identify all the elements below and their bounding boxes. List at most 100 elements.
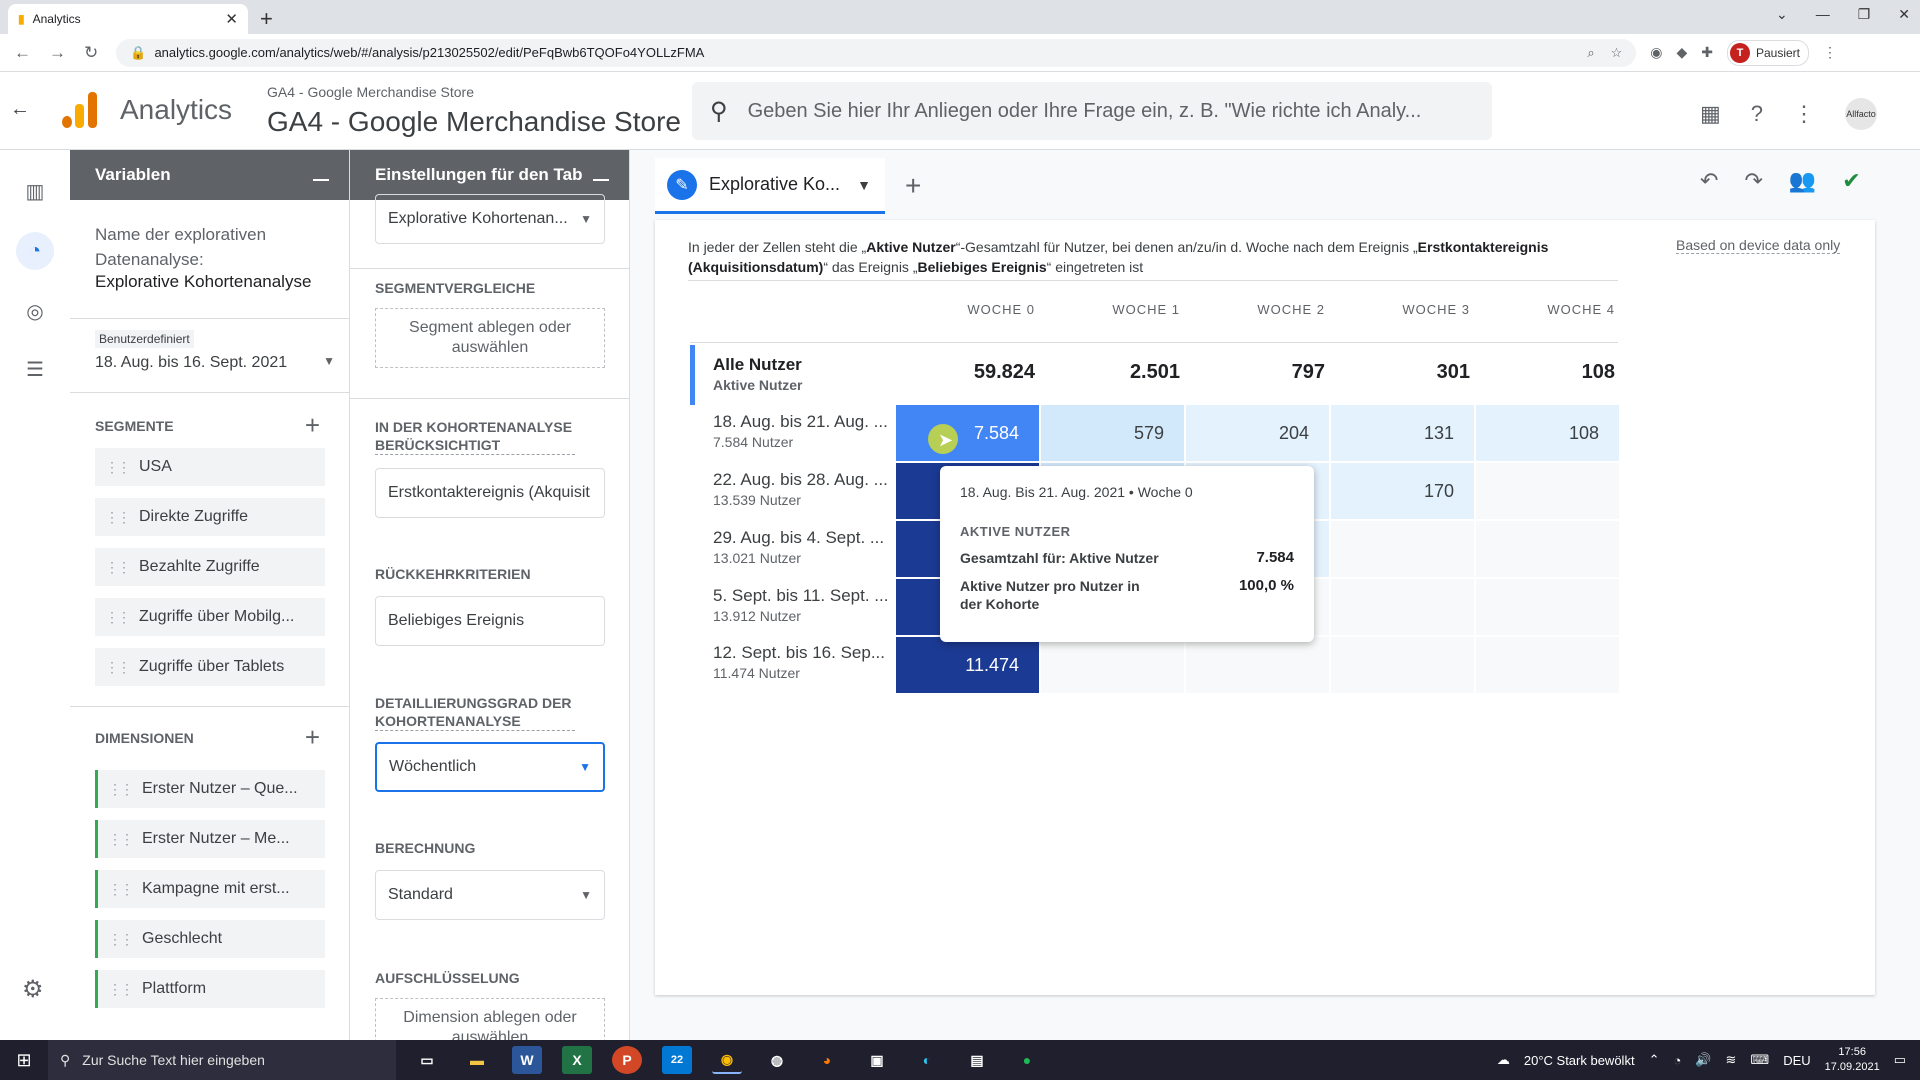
back-arrow-icon[interactable]: ←: [10, 98, 30, 121]
property-name[interactable]: GA4 - Google Merchandise Store: [267, 106, 681, 138]
column-header[interactable]: WOCHE 3: [1330, 302, 1470, 317]
cohort-row-label[interactable]: 5. Sept. bis 11. Sept. ... 13.912 Nutzer: [713, 586, 895, 624]
cohort-cell[interactable]: [1476, 637, 1619, 693]
help-icon[interactable]: ?: [1751, 101, 1763, 127]
cohort-cell[interactable]: 11.474: [896, 637, 1039, 693]
drag-handle-icon[interactable]: ⋮⋮: [105, 509, 131, 526]
add-dimension-icon[interactable]: +: [305, 722, 320, 753]
drag-handle-icon[interactable]: ⋮⋮: [105, 559, 131, 576]
total-cell[interactable]: 2.501: [1040, 361, 1180, 384]
puzzle-icon[interactable]: ✚: [1701, 44, 1713, 61]
cohort-row-label[interactable]: 18. Aug. bis 21. Aug. ... 7.584 Nutzer: [713, 412, 895, 450]
save-check-icon[interactable]: ✔: [1842, 168, 1860, 194]
cohort-cell[interactable]: [1331, 521, 1474, 577]
total-cell[interactable]: 108: [1475, 361, 1615, 384]
wifi-icon[interactable]: ≋: [1726, 1052, 1737, 1068]
dimension-chip[interactable]: ⋮⋮ Plattform: [95, 970, 325, 1008]
dimension-chip[interactable]: ⋮⋮ Erster Nutzer – Me...: [95, 820, 325, 858]
share-user-icon[interactable]: 👥: [1789, 168, 1816, 194]
notification-icon[interactable]: ▭: [1894, 1052, 1906, 1068]
restore-icon[interactable]: ❐: [1858, 6, 1871, 23]
total-cell[interactable]: 301: [1330, 361, 1470, 384]
column-header[interactable]: WOCHE 2: [1185, 302, 1325, 317]
edge-icon[interactable]: ◐: [912, 1046, 942, 1074]
task-view-icon[interactable]: ▭: [412, 1046, 442, 1074]
cohort-cell[interactable]: 7.584: [896, 405, 1039, 461]
file-explorer-icon[interactable]: ▬: [462, 1046, 492, 1074]
close-window-icon[interactable]: ✕: [1898, 6, 1910, 23]
column-header[interactable]: WOCHE 4: [1475, 302, 1615, 317]
extension-icon[interactable]: ◆: [1676, 44, 1687, 61]
browser-menu-icon[interactable]: ⋮: [1823, 44, 1837, 61]
dimension-chip[interactable]: ⋮⋮ Kampagne mit erst...: [95, 870, 325, 908]
notepad-icon[interactable]: ▤: [962, 1046, 992, 1074]
advertising-icon[interactable]: ◎: [22, 298, 48, 324]
reports-icon[interactable]: ▥: [22, 178, 48, 204]
drag-handle-icon[interactable]: ⋮⋮: [105, 459, 131, 476]
cohort-cell[interactable]: [1476, 521, 1619, 577]
column-header[interactable]: WOCHE 1: [1040, 302, 1180, 317]
drag-handle-icon[interactable]: ⋮⋮: [105, 659, 131, 676]
drag-handle-icon[interactable]: ⋮⋮: [108, 931, 134, 948]
keyboard-icon[interactable]: ⌨: [1750, 1052, 1769, 1068]
cohort-cell[interactable]: 170: [1331, 463, 1474, 519]
extension-icon[interactable]: ◉: [1650, 44, 1662, 61]
apps-grid-icon[interactable]: ▦: [1700, 101, 1721, 127]
cohort-cell[interactable]: [1331, 579, 1474, 635]
network-icon[interactable]: ◔: [1673, 1053, 1681, 1068]
zoom-icon[interactable]: ⌕: [1587, 45, 1594, 61]
undo-icon[interactable]: ↶: [1700, 168, 1718, 194]
cohort-cell[interactable]: 131: [1331, 405, 1474, 461]
cohort-cell[interactable]: [1476, 579, 1619, 635]
date-range-picker[interactable]: Benutzerdefiniert 18. Aug. bis 16. Sept.…: [95, 330, 335, 372]
more-vert-icon[interactable]: ⋮: [1793, 101, 1815, 127]
mail-icon[interactable]: 22: [662, 1046, 692, 1074]
minimize-icon[interactable]: —: [1816, 6, 1830, 23]
chrome-icon[interactable]: ◉: [712, 1046, 742, 1074]
forward-icon[interactable]: →: [49, 43, 66, 63]
exploration-name-value[interactable]: Explorative Kohortenanalyse: [95, 272, 311, 292]
column-header[interactable]: WOCHE 0: [895, 302, 1035, 317]
windows-start-icon[interactable]: ⊞: [0, 1050, 48, 1071]
collapse-icon[interactable]: [593, 179, 609, 181]
segment-chip[interactable]: ⋮⋮ Zugriffe über Mobilg...: [95, 598, 325, 636]
dimension-chip[interactable]: ⋮⋮ Erster Nutzer – Que...: [95, 770, 325, 808]
account-avatar[interactable]: Allfacto: [1845, 98, 1878, 130]
collapse-icon[interactable]: [313, 179, 329, 181]
add-segment-icon[interactable]: +: [305, 410, 320, 441]
cohort-cell[interactable]: [1331, 637, 1474, 693]
cohort-cell[interactable]: [1041, 637, 1184, 693]
tray-chevron-icon[interactable]: ⌃: [1649, 1052, 1660, 1068]
obs-icon[interactable]: ◍: [762, 1046, 792, 1074]
spotify-icon[interactable]: ●: [1012, 1046, 1042, 1074]
tab-explorative-kohortenanalyse[interactable]: ✎ Explorative Ko... ▼: [655, 158, 885, 214]
redo-icon[interactable]: ↷: [1744, 168, 1762, 194]
weather-text[interactable]: 20°C Stark bewölkt: [1524, 1053, 1635, 1068]
drag-handle-icon[interactable]: ⋮⋮: [108, 981, 134, 998]
inclusion-select[interactable]: Erstkontaktereignis (Akquisit: [375, 468, 605, 518]
drag-handle-icon[interactable]: ⋮⋮: [105, 609, 131, 626]
browser-tab[interactable]: ▮ Analytics ✕: [8, 4, 248, 34]
taskbar-search-input[interactable]: ⚲ Zur Suche Text hier eingeben: [48, 1040, 396, 1080]
add-tab-icon[interactable]: +: [905, 170, 921, 202]
cohort-row-label[interactable]: 22. Aug. bis 28. Aug. ... 13.539 Nutzer: [713, 470, 895, 508]
segment-drop-zone[interactable]: Segment ablegen oder auswählen: [375, 308, 605, 368]
clock[interactable]: 17:56 17.09.2021: [1825, 1045, 1880, 1075]
total-cell[interactable]: 59.824: [895, 361, 1035, 384]
cohort-row-label[interactable]: 29. Aug. bis 4. Sept. ... 13.021 Nutzer: [713, 528, 895, 566]
tab-search-icon[interactable]: ⌄: [1776, 6, 1788, 23]
breakdown-drop-zone[interactable]: Dimension ablegen oder auswählen: [375, 998, 605, 1040]
bookmark-star-icon[interactable]: ☆: [1611, 45, 1623, 61]
cohort-cell[interactable]: 579: [1041, 405, 1184, 461]
close-icon[interactable]: ✕: [225, 10, 238, 28]
word-icon[interactable]: W: [512, 1046, 542, 1074]
dimension-chip[interactable]: ⋮⋮ Geschlecht: [95, 920, 325, 958]
device-data-note[interactable]: Based on device data only: [1676, 237, 1841, 254]
url-field[interactable]: 🔒 analytics.google.com/analytics/web/#/a…: [116, 38, 1637, 67]
configure-icon[interactable]: ☰: [22, 356, 48, 382]
ga-search-input[interactable]: ⚲ Geben Sie hier Ihr Anliegen oder Ihre …: [692, 82, 1492, 140]
total-cell[interactable]: 797: [1185, 361, 1325, 384]
gear-icon[interactable]: ⚙: [22, 975, 44, 1004]
profile-button[interactable]: T Pausiert: [1726, 39, 1810, 66]
technique-select[interactable]: Explorative Kohortenan... ▼: [375, 194, 605, 244]
